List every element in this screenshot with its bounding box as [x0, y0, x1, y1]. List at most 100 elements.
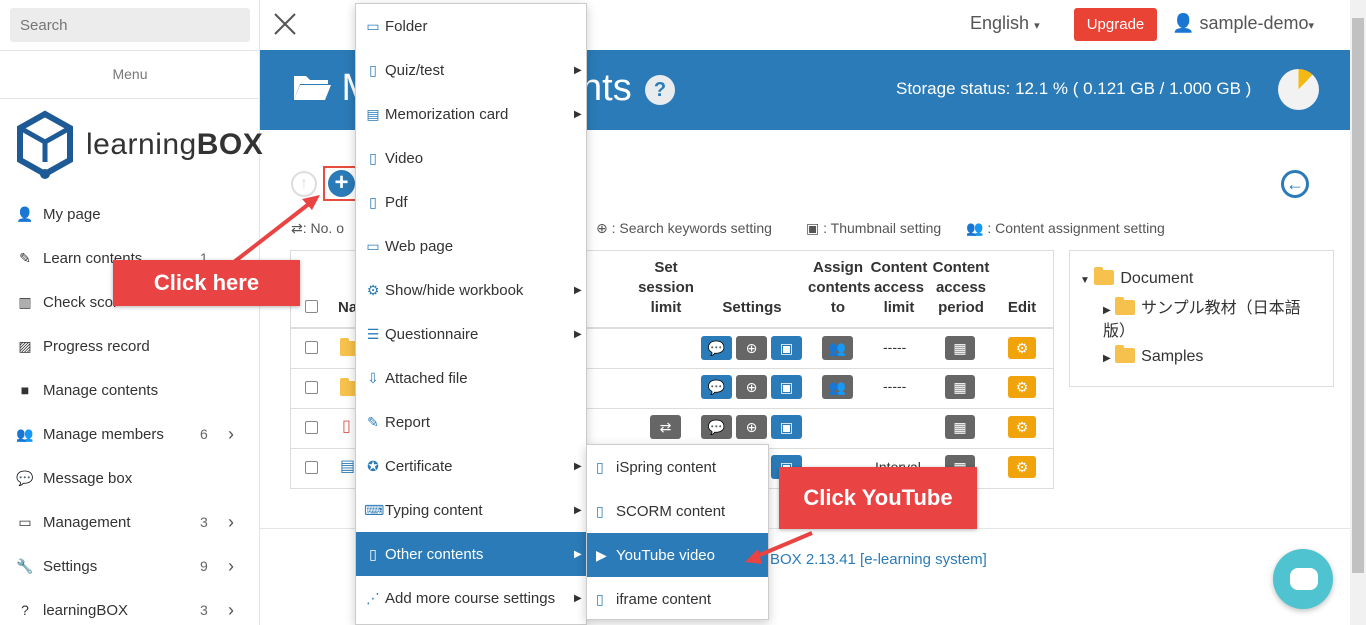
upgrade-button[interactable]: Upgrade — [1074, 8, 1157, 41]
tree-node-sample-japanese[interactable]: ▶ サンプル教材（日本語版） — [1103, 297, 1318, 342]
menu-item-folder[interactable]: ▭ Folder — [356, 4, 586, 48]
menu-item-label: Show/hide workbook — [385, 281, 524, 299]
row-checkbox[interactable] — [305, 421, 318, 434]
submenu-item-iframe-content[interactable]: ▯ iframe content — [587, 577, 768, 621]
search-keywords-button[interactable]: ⊕ — [736, 415, 767, 439]
click-youtube-callout: Click YouTube — [779, 467, 977, 529]
submenu-item-ispring-content[interactable]: ▯ iSpring content — [587, 445, 768, 489]
sidebar-item-management[interactable]: ▭ Management 3 › — [0, 500, 260, 544]
divider — [0, 50, 260, 51]
back-arrow-icon[interactable]: ← — [1281, 170, 1309, 198]
calendar-button[interactable]: ▦ — [945, 415, 975, 439]
submenu-item-youtube-video[interactable]: ▶ YouTube video — [587, 533, 768, 577]
menu-item-certificate[interactable]: ✪ Certificate ▶ — [356, 444, 586, 488]
access-limit-value: ----- — [883, 339, 907, 355]
menu-item-video[interactable]: ▯ Video — [356, 136, 586, 180]
menu-item-web-page[interactable]: ▭ Web page — [356, 224, 586, 268]
road-icon: ⋰ — [366, 589, 380, 606]
comment-settings-button[interactable]: 💬 — [701, 415, 732, 439]
cards-icon: ▤ — [366, 105, 380, 122]
tree-node-document[interactable]: ▼ Document — [1080, 267, 1193, 288]
search-keywords-button[interactable]: ⊕ — [736, 375, 767, 399]
caret-right-icon: ▶ — [574, 108, 582, 120]
menu-item-quiz-test[interactable]: ▯ Quiz/test ▶ — [356, 48, 586, 92]
folder-icon — [1115, 297, 1136, 315]
sidebar-item-label: Management — [43, 513, 131, 531]
list-icon: ☰ — [366, 325, 380, 342]
user-icon: 👤 — [16, 205, 34, 222]
sidebar-item-manage-contents[interactable]: ■ Manage contents — [0, 368, 260, 412]
file-pdf-icon: ▯ — [342, 418, 351, 435]
calendar-button[interactable]: ▦ — [945, 375, 975, 399]
access-limit-value: ----- — [883, 378, 907, 394]
comment-settings-button[interactable]: 💬 — [701, 375, 732, 399]
column-header-assign: Assign contents to — [808, 259, 871, 316]
sidebar-item-message-box[interactable]: 💬 Message box — [0, 456, 260, 500]
sidebar-search-input[interactable] — [10, 8, 250, 42]
menu-item-label: Folder — [385, 17, 428, 35]
row-checkbox[interactable] — [305, 461, 318, 474]
menu-item-show-hide-workbook[interactable]: ⚙ Show/hide workbook ▶ — [356, 268, 586, 312]
row-checkbox[interactable] — [305, 341, 318, 354]
page-scrollbar[interactable] — [1350, 0, 1366, 625]
row-checkbox[interactable] — [305, 381, 318, 394]
footer-version[interactable]: BOX 2.13.41 [e-learning system] — [770, 551, 987, 568]
file-icon: ▯ — [596, 502, 604, 519]
calendar-button[interactable]: ▦ — [945, 336, 975, 360]
chat-widget-button[interactable] — [1273, 549, 1333, 609]
add-content-dropdown: ▭ Folder ▯ Quiz/test ▶ ▤ Memorization card ▶ ▯ Vi… — [355, 3, 587, 625]
user-menu[interactable]: 👤 sample-demo▾ — [1172, 13, 1314, 34]
sidebar-item-progress-record[interactable]: ▨ Progress record — [0, 324, 260, 368]
menu-item-label: Report — [385, 413, 431, 431]
menu-item-other-contents[interactable]: ▯ Other contents ▶ — [356, 532, 586, 576]
comment-settings-button[interactable]: 💬 — [701, 336, 732, 360]
caret-right-icon: ▶ — [574, 548, 582, 560]
sidebar: Menu learningBOX 👤My page✎Learn contents… — [0, 0, 263, 625]
submenu-item-scorm-content[interactable]: ▯ SCORM content — [587, 489, 768, 533]
sidebar-item-manage-members[interactable]: 👥 Manage members 6 › — [0, 412, 260, 456]
help-icon[interactable]: ? — [645, 75, 675, 105]
edit-gear-button[interactable]: ⚙ — [1008, 337, 1036, 359]
caret-right-icon: ▶ — [574, 504, 582, 516]
sidebar-item-label: Settings — [43, 557, 98, 575]
thumbnail-button[interactable]: ▣ — [771, 375, 802, 399]
learningbox-logo[interactable]: learningBOX — [14, 110, 263, 182]
user-name: sample-demo — [1199, 13, 1309, 33]
menu-item-report[interactable]: ✎ Report — [356, 400, 586, 444]
tree-node-samples[interactable]: ▶ Samples — [1103, 345, 1203, 366]
add-content-button[interactable]: + — [328, 170, 355, 197]
sidebar-item-label: Manage members — [43, 425, 164, 443]
language-selector[interactable]: English ▾ — [970, 13, 1040, 34]
edit-gear-button[interactable]: ⚙ — [1008, 416, 1036, 438]
menu-item-label: Certificate — [385, 457, 453, 475]
menu-item-attached-file[interactable]: ⇩ Attached file — [356, 356, 586, 400]
youtube-icon: ▶ — [596, 546, 607, 563]
select-all-checkbox[interactable] — [305, 300, 318, 313]
search-keywords-button[interactable]: ⊕ — [736, 336, 767, 360]
sidebar-item-my-page[interactable]: 👤 My page — [0, 192, 260, 236]
thumbnail-button[interactable]: ▣ — [771, 336, 802, 360]
folder-outline-icon: ▭ — [366, 17, 380, 34]
session-limit-button[interactable]: ⇄ — [650, 415, 681, 439]
chevron-right-icon: › — [228, 511, 234, 532]
menu-item-label: Memorization card — [385, 105, 509, 123]
menu-item-label: Pdf — [385, 193, 408, 211]
close-icon[interactable] — [273, 10, 297, 44]
thumbnail-button[interactable]: ▣ — [771, 415, 802, 439]
menu-item-add-more-course-settings[interactable]: ⋰ Add more course settings ▶ — [356, 576, 586, 620]
sidebar-item-label: Check scor — [43, 293, 119, 311]
edit-gear-button[interactable]: ⚙ — [1008, 456, 1036, 478]
sidebar-item-settings[interactable]: 🔧 Settings 9 › — [0, 544, 260, 588]
sidebar-item-label: Message box — [43, 469, 133, 487]
sidebar-item-learningbox[interactable]: ? learningBOX 3 › — [0, 588, 260, 625]
scrollbar-thumb[interactable] — [1352, 18, 1364, 573]
assign-users-button[interactable]: 👥 — [822, 336, 853, 360]
assign-users-button[interactable]: 👥 — [822, 375, 853, 399]
menu-item-typing-content[interactable]: ⌨ Typing content ▶ — [356, 488, 586, 532]
menu-item-pdf[interactable]: ▯ Pdf — [356, 180, 586, 224]
menu-item-memorization-card[interactable]: ▤ Memorization card ▶ — [356, 92, 586, 136]
up-arrow-icon[interactable]: ↑ — [291, 171, 317, 197]
caret-right-icon: ▶ — [574, 64, 582, 76]
menu-item-questionnaire[interactable]: ☰ Questionnaire ▶ — [356, 312, 586, 356]
edit-gear-button[interactable]: ⚙ — [1008, 376, 1036, 398]
